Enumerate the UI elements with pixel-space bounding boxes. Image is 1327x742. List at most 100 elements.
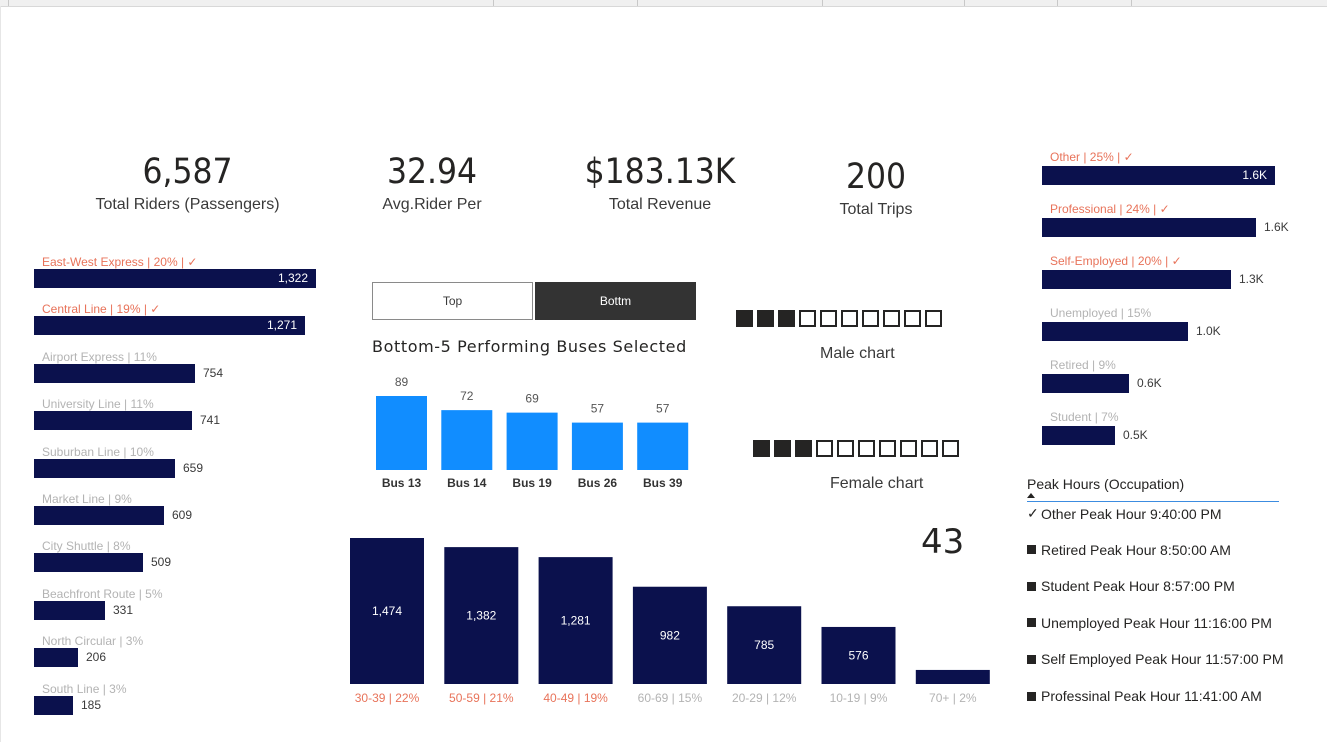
checkmark-icon: ✓ bbox=[1027, 505, 1039, 521]
occupation-value: 0.6K bbox=[1137, 376, 1162, 390]
bus-category-label: Bus 26 bbox=[578, 476, 618, 490]
person-empty-icon bbox=[942, 440, 959, 457]
kpi-total-trips: 200 Total Trips bbox=[806, 157, 946, 219]
route-label: East-West Express | 20% | ✓ bbox=[42, 255, 198, 269]
peak-hour-item[interactable]: ✓ Other Peak Hour 9:40:00 PM bbox=[1027, 505, 1222, 522]
square-bullet-icon bbox=[1027, 545, 1036, 555]
person-filled-icon bbox=[795, 440, 812, 457]
peak-hour-item[interactable]: Unemployed Peak Hour 11:16:00 PM bbox=[1027, 615, 1272, 631]
occupation-item[interactable]: Self-Employed | 20% | ✓ 1.3K bbox=[1042, 254, 1264, 289]
person-empty-icon bbox=[858, 440, 875, 457]
bus-category-label: Bus 14 bbox=[447, 476, 487, 490]
kpi-value: $183.13K bbox=[584, 152, 736, 192]
occupation-item[interactable]: Other | 25% | ✓ 1.6K bbox=[1042, 150, 1275, 185]
top-tab-strip bbox=[0, 0, 1327, 7]
bus-bar-chart: 89 Bus 13 72 Bus 14 69 Bus 19 57 Bus 26 57 Bus 39 bbox=[376, 375, 689, 490]
occupation-value: 1.6K bbox=[1264, 220, 1289, 234]
route-bar[interactable] bbox=[34, 363, 195, 383]
occupation-value: 1.6K bbox=[1242, 168, 1267, 182]
route-bar[interactable] bbox=[34, 648, 78, 668]
occupation-bar[interactable] bbox=[1042, 426, 1115, 445]
bus-bar bbox=[571, 422, 623, 470]
occupation-label: Student | 7% bbox=[1050, 410, 1119, 424]
route-item[interactable]: South Line | 3% 185 bbox=[34, 681, 127, 715]
route-bar[interactable] bbox=[34, 458, 175, 478]
bottom-toggle-button[interactable]: Bottm bbox=[535, 282, 696, 320]
route-value: 331 bbox=[113, 602, 134, 617]
route-label: North Circular | 3% bbox=[42, 634, 144, 649]
route-item[interactable]: University Line | 11% 741 bbox=[34, 397, 220, 431]
route-item[interactable]: Airport Express | 11% 754 bbox=[34, 350, 223, 383]
age-category-label: 10-19 | 9% bbox=[830, 691, 888, 705]
left-edge bbox=[0, 6, 1, 742]
route-value: 741 bbox=[200, 413, 221, 428]
age-value-label: 1,382 bbox=[466, 609, 496, 623]
bus-category-label: Bus 39 bbox=[643, 476, 683, 490]
route-item[interactable]: Suburban Line | 10% 659 bbox=[34, 444, 203, 478]
route-value: 754 bbox=[203, 365, 224, 380]
female-chart-label: Female chart bbox=[830, 475, 924, 492]
person-empty-icon bbox=[904, 310, 921, 327]
peak-hour-item[interactable]: Student Peak Hour 8:57:00 PM bbox=[1027, 578, 1235, 594]
occupation-label: Other | 25% | ✓ bbox=[1050, 150, 1134, 164]
route-bar[interactable] bbox=[34, 553, 143, 573]
route-bar[interactable] bbox=[34, 600, 105, 620]
square-bullet-icon bbox=[1027, 691, 1036, 701]
occupation-bar[interactable] bbox=[1042, 218, 1256, 237]
occupation-item[interactable]: Unemployed | 15% 1.0K bbox=[1042, 306, 1221, 341]
route-item[interactable]: City Shuttle | 8% 509 bbox=[34, 539, 171, 573]
route-item[interactable]: Market Line | 9% 609 bbox=[34, 492, 192, 525]
bus-chart-title: Bottom-5 Performing Buses Selected bbox=[372, 337, 687, 356]
route-bar[interactable] bbox=[34, 695, 73, 715]
occupation-bar[interactable] bbox=[1042, 270, 1231, 289]
bus-value-label: 57 bbox=[591, 402, 605, 416]
peak-hour-item[interactable]: Retired Peak Hour 8:50:00 AM bbox=[1027, 542, 1231, 558]
occupation-bar[interactable] bbox=[1042, 374, 1129, 393]
route-label: Suburban Line | 10% bbox=[42, 444, 154, 459]
top-toggle-button[interactable]: Top bbox=[372, 282, 533, 320]
person-empty-icon bbox=[816, 440, 833, 457]
occupation-bar[interactable] bbox=[1042, 322, 1188, 341]
route-label: South Line | 3% bbox=[42, 681, 127, 696]
route-bar[interactable] bbox=[34, 411, 192, 431]
route-item[interactable]: Beachfront Route | 5% 331 bbox=[34, 586, 163, 620]
bus-bar bbox=[637, 422, 689, 470]
route-item[interactable]: Central Line | 19% | ✓ 1,271 bbox=[34, 302, 305, 336]
age-category-label: 60-69 | 15% bbox=[638, 691, 703, 705]
route-value: 659 bbox=[183, 460, 204, 475]
route-label: Beachfront Route | 5% bbox=[42, 586, 163, 601]
square-bullet-icon bbox=[1027, 581, 1036, 591]
bus-value-label: 72 bbox=[460, 389, 474, 403]
kpi-total-revenue: $183.13K Total Revenue bbox=[570, 152, 750, 214]
occupation-item[interactable]: Retired | 9% 0.6K bbox=[1042, 358, 1162, 393]
peak-hour-text: Student Peak Hour 8:57:00 PM bbox=[1041, 578, 1235, 595]
bus-category-label: Bus 13 bbox=[382, 476, 422, 490]
peak-hour-item[interactable]: Professinal Peak Hour 11:41:00 AM bbox=[1027, 688, 1262, 704]
bus-value-label: 57 bbox=[656, 402, 670, 416]
age-category-label: 30-39 | 22% bbox=[355, 691, 420, 705]
peak-hour-text: Self Employed Peak Hour 11:57:00 PM bbox=[1041, 651, 1284, 668]
route-item[interactable]: East-West Express | 20% | ✓ 1,322 bbox=[34, 255, 316, 288]
occupation-label: Retired | 9% bbox=[1050, 358, 1116, 372]
person-empty-icon bbox=[879, 440, 896, 457]
peak-hour-text: Other Peak Hour 9:40:00 PM bbox=[1041, 505, 1222, 522]
route-value: 609 bbox=[172, 508, 193, 522]
person-empty-icon bbox=[841, 310, 858, 327]
occupation-item[interactable]: Student | 7% 0.5K bbox=[1042, 410, 1148, 445]
person-filled-icon bbox=[736, 310, 753, 327]
peak-hour-text: Professinal Peak Hour 11:41:00 AM bbox=[1041, 688, 1262, 704]
age-value-label: 1,474 bbox=[372, 604, 402, 618]
route-item[interactable]: North Circular | 3% 206 bbox=[34, 634, 144, 668]
occupation-value: 0.5K bbox=[1123, 428, 1148, 442]
route-value: 509 bbox=[151, 555, 172, 570]
kpi-value: 6,587 bbox=[142, 152, 233, 192]
square-bullet-icon bbox=[1027, 654, 1036, 664]
occupation-item[interactable]: Professional | 24% | ✓ 1.6K bbox=[1042, 202, 1289, 237]
route-bar[interactable] bbox=[34, 506, 164, 525]
peak-hour-item[interactable]: Self Employed Peak Hour 11:57:00 PM bbox=[1027, 651, 1284, 667]
bus-value-label: 89 bbox=[395, 375, 409, 389]
person-empty-icon bbox=[799, 310, 816, 327]
route-label: University Line | 11% bbox=[42, 397, 154, 412]
bus-category-label: Bus 19 bbox=[512, 476, 552, 490]
peak-hours-header[interactable]: Peak Hours (Occupation) bbox=[1027, 476, 1279, 502]
